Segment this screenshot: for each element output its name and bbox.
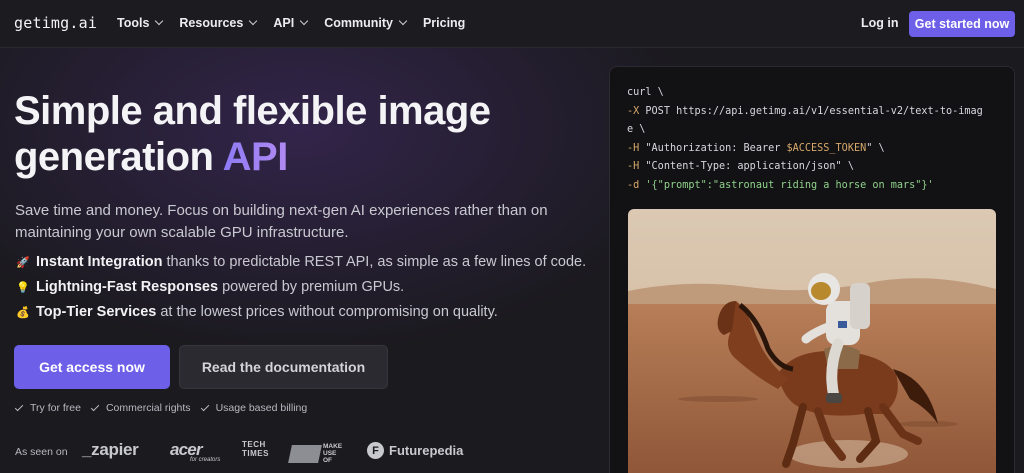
makeuseof-text: MAKE USE OF bbox=[323, 443, 342, 464]
feature-title: Top-Tier Services bbox=[36, 304, 157, 320]
code-text: POST https://api.getimg.ai/v1/essential-… bbox=[639, 105, 983, 117]
get-started-button[interactable]: Get started now bbox=[909, 11, 1015, 37]
acer-logo: acer for creators bbox=[170, 440, 220, 463]
makeuseof-line2: USE bbox=[323, 450, 337, 457]
perk-label: Try for free bbox=[30, 402, 81, 414]
curl-code-block: curl \ -X POST https://api.getimg.ai/v1/… bbox=[627, 84, 999, 195]
chevron-down-icon bbox=[299, 16, 309, 26]
feature-lightning-fast: 💡 Lightning-Fast Responses powered by pr… bbox=[16, 279, 404, 295]
code-line: -H "Content-Type: application/json" \ bbox=[627, 158, 999, 177]
check-icon bbox=[14, 402, 24, 411]
nav-pricing[interactable]: Pricing bbox=[423, 16, 465, 30]
chevron-down-icon bbox=[398, 16, 408, 26]
nav-community-label: Community bbox=[324, 16, 393, 30]
feature-text: at the lowest prices without compromisin… bbox=[160, 304, 498, 320]
check-icon bbox=[90, 402, 100, 411]
code-text: \ bbox=[841, 161, 854, 172]
check-icon bbox=[200, 402, 209, 411]
as-seen-on-label: As seen on bbox=[15, 446, 68, 458]
read-documentation-button[interactable]: Read the documentation bbox=[179, 345, 388, 389]
feature-title: Lightning-Fast Responses bbox=[36, 279, 219, 295]
code-line: e \ bbox=[627, 124, 646, 135]
logo[interactable]: getimg.ai bbox=[14, 14, 97, 32]
get-access-button[interactable]: Get access now bbox=[14, 345, 170, 389]
chevron-down-icon bbox=[155, 16, 164, 26]
feature-text: thanks to predictable REST API, as simpl… bbox=[166, 254, 587, 270]
code-string: '{"prompt":"astronaut riding a horse on … bbox=[639, 179, 934, 191]
code-line: -d '{"prompt":"astronaut riding a horse … bbox=[627, 177, 999, 196]
nav-api-label: API bbox=[273, 16, 295, 30]
perk-item: Usage based billing bbox=[200, 402, 308, 414]
nav-community[interactable]: Community bbox=[324, 16, 408, 30]
makeuseof-mark bbox=[288, 444, 322, 463]
feature-text: powered by premium GPUs. bbox=[222, 279, 405, 295]
code-flag: -d bbox=[627, 179, 640, 191]
money-bag-icon: 💰 bbox=[16, 306, 30, 319]
code-text: "Content-Type: application/json" bbox=[639, 161, 842, 172]
nav-resources-label: Resources bbox=[179, 16, 244, 30]
code-line: -H "Authorization: Bearer $ACCESS_TOKEN"… bbox=[627, 140, 999, 159]
code-text: " \ bbox=[866, 142, 885, 154]
feature-title: Instant Integration bbox=[36, 254, 163, 270]
perk-item: Try for free bbox=[14, 402, 81, 414]
nav-links: Tools Resources API Community Pricing bbox=[117, 16, 482, 30]
code-flag: -X bbox=[627, 105, 640, 117]
tech-times-line1: TECH bbox=[242, 440, 266, 449]
code-flag: -H bbox=[627, 142, 640, 154]
generated-image-astronaut-horse bbox=[628, 209, 996, 473]
hero-subtitle: Save time and money. Focus on building n… bbox=[15, 202, 548, 241]
makeuseof-logo: MAKE USE OF bbox=[288, 443, 342, 464]
perks-list: Try for free Commercial rights Usage bas… bbox=[14, 402, 317, 414]
perk-label: Commercial rights bbox=[105, 402, 191, 414]
acer-logo-tagline: for creators bbox=[190, 457, 221, 463]
perk-item: Commercial rights bbox=[90, 402, 191, 414]
futurepedia-icon: F bbox=[367, 442, 384, 459]
hero-title-accent: API bbox=[222, 135, 289, 179]
makeuseof-line1: MAKE bbox=[323, 443, 343, 450]
rocket-icon: 🚀 bbox=[16, 256, 30, 269]
astronaut-horse-illustration bbox=[628, 209, 996, 473]
nav-tools[interactable]: Tools bbox=[117, 16, 164, 30]
code-line: curl \ bbox=[627, 87, 664, 98]
feature-top-tier: 💰 Top-Tier Services at the lowest prices… bbox=[16, 304, 498, 320]
perk-label: Usage based billing bbox=[215, 402, 308, 414]
code-line: -X POST https://api.getimg.ai/v1/essenti… bbox=[627, 103, 999, 122]
nav-api[interactable]: API bbox=[273, 16, 309, 30]
makeuseof-line3: OF bbox=[323, 457, 333, 464]
code-text: "Authorization: Bearer bbox=[639, 142, 787, 154]
futurepedia-logo: F Futurepedia bbox=[367, 442, 463, 459]
code-variable: $ACCESS_TOKEN bbox=[786, 142, 867, 154]
nav-pricing-label: Pricing bbox=[422, 16, 466, 30]
login-link[interactable]: Log in bbox=[861, 16, 899, 30]
top-navbar: getimg.ai Tools Resources API Community … bbox=[0, 0, 1024, 48]
zapier-logo: _zapier bbox=[82, 440, 139, 459]
feature-instant-integration: 🚀 Instant Integration thanks to predicta… bbox=[16, 254, 586, 270]
futurepedia-text: Futurepedia bbox=[389, 443, 464, 458]
nav-resources[interactable]: Resources bbox=[179, 16, 258, 30]
code-flag: -H bbox=[627, 161, 640, 172]
tech-times-logo: TECH TIMES bbox=[242, 440, 269, 458]
tech-times-line2: TIMES bbox=[242, 449, 269, 458]
nav-tools-label: Tools bbox=[117, 16, 150, 30]
chevron-down-icon bbox=[249, 16, 258, 26]
hero-title: Simple and flexible image generation API bbox=[14, 88, 574, 180]
lightbulb-icon: 💡 bbox=[16, 281, 30, 294]
